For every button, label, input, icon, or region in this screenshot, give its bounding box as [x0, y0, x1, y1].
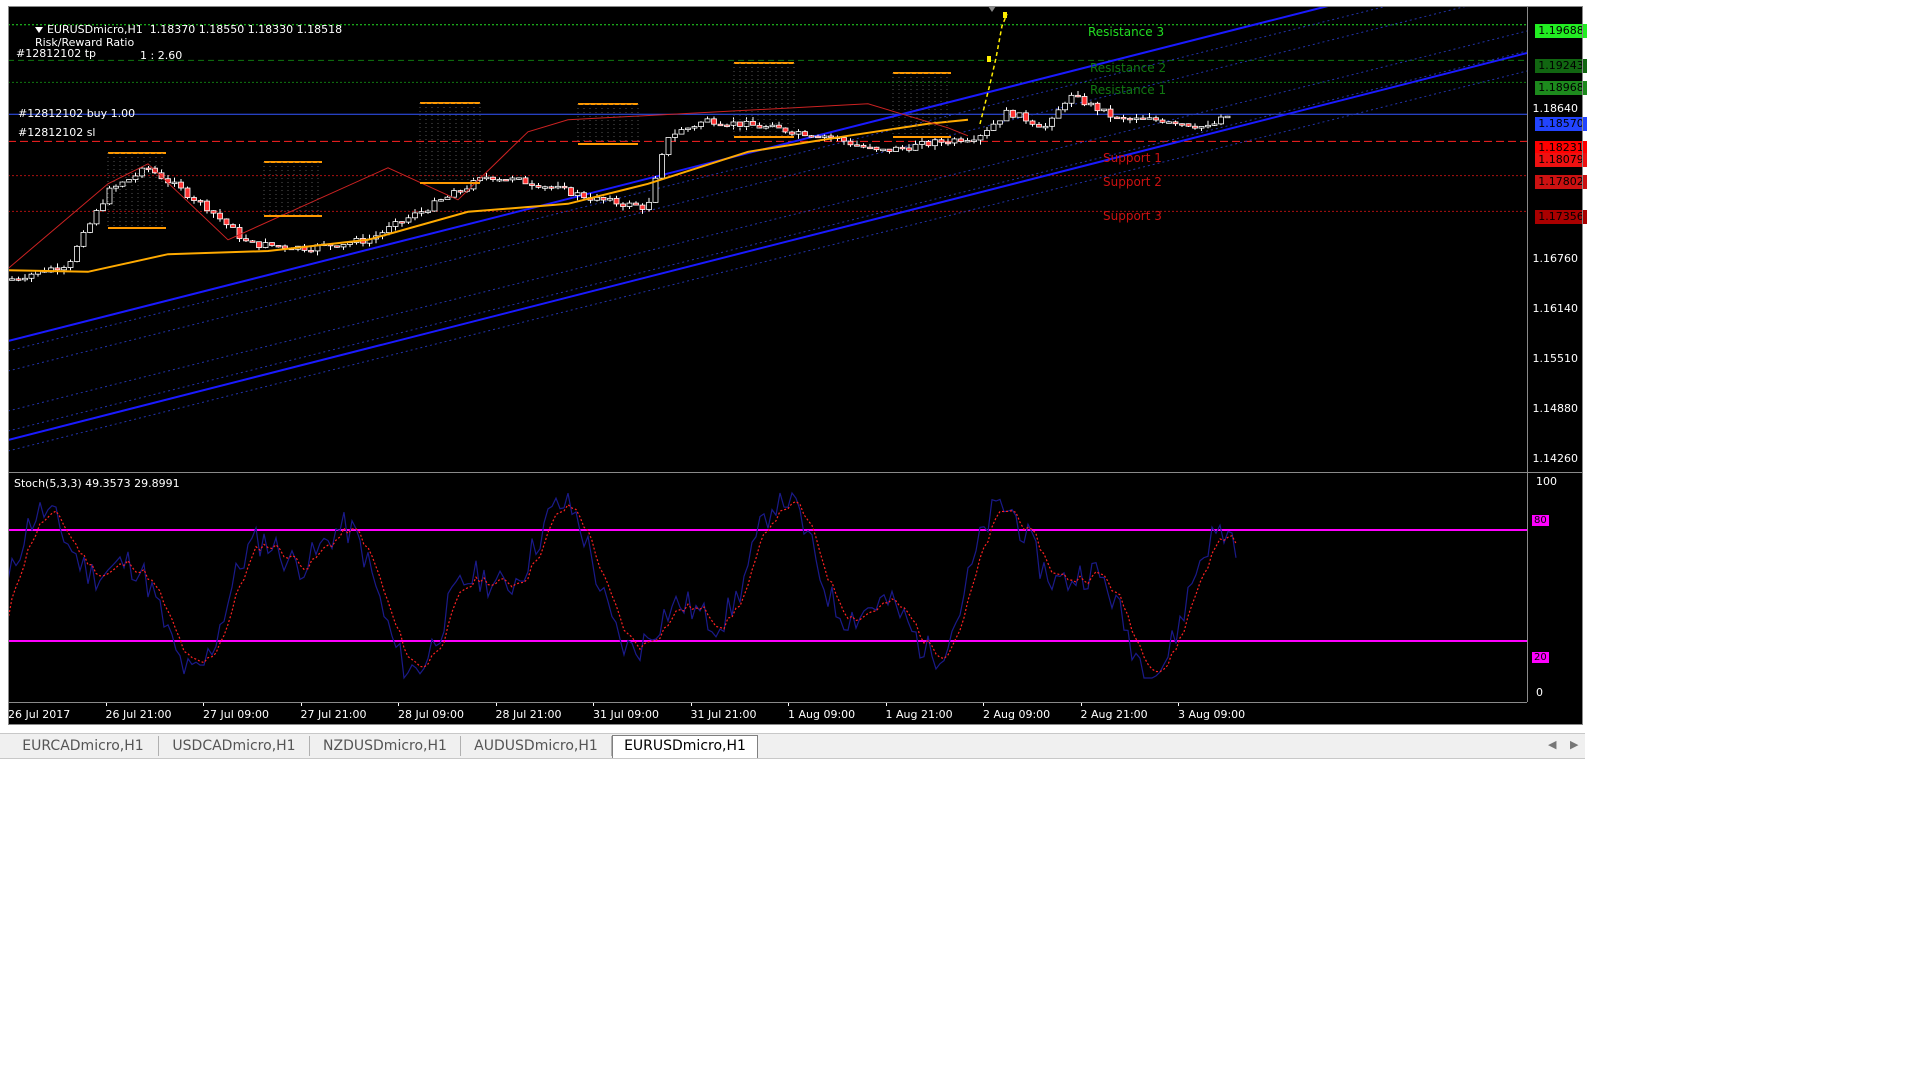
tab-scroll-left-icon[interactable]: ◀: [1548, 738, 1556, 751]
pane-separator: [8, 472, 1583, 473]
tab-scroll-right-icon[interactable]: ▶: [1570, 738, 1578, 751]
tab-eurusdmicro[interactable]: EURUSDmicro,H1: [612, 735, 758, 758]
mt4-terminal: EURUSDmicro,H1 1.18370 1.18550 1.18330 1…: [0, 0, 1587, 1080]
tab-eurcadmicro[interactable]: EURCADmicro,H1: [8, 736, 159, 756]
tab-usdcadmicro[interactable]: USDCADmicro,H1: [159, 736, 310, 756]
tab-audusdmicro[interactable]: AUDUSDmicro,H1: [461, 736, 612, 756]
tab-nzdusdmicro[interactable]: NZDUSDmicro,H1: [310, 736, 461, 756]
chart-frame: [8, 6, 1583, 725]
chart-tab-bar: EURCADmicro,H1 USDCADmicro,H1 NZDUSDmicr…: [0, 733, 1585, 759]
